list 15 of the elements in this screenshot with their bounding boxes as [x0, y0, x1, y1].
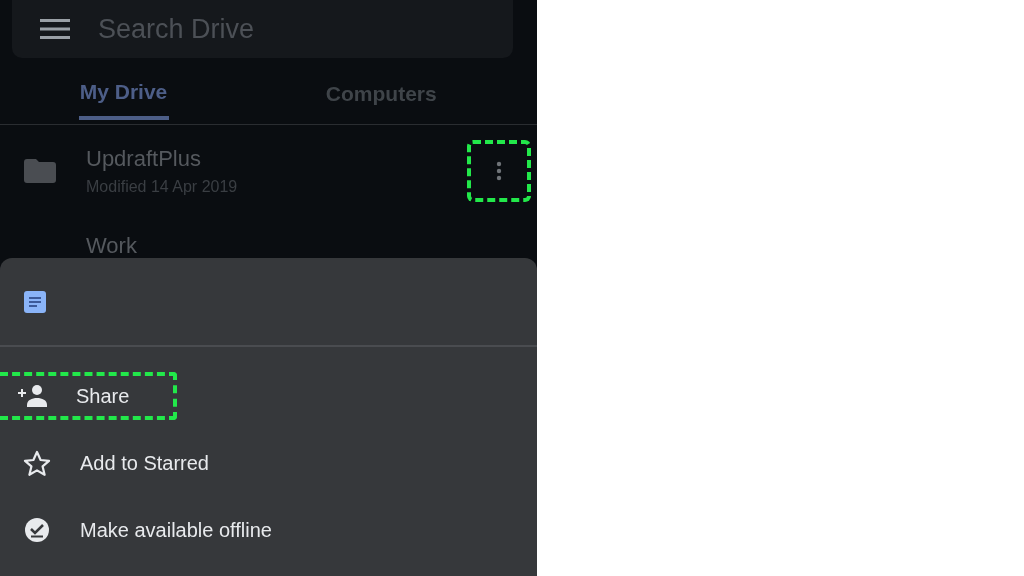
folder-icon — [24, 159, 56, 183]
file-name: Work — [86, 233, 138, 259]
more-icon — [496, 161, 502, 181]
search-bar[interactable]: Search Drive — [12, 0, 513, 58]
menu-icon[interactable] — [40, 18, 70, 40]
search-field[interactable]: Search Drive — [98, 13, 485, 45]
document-icon — [24, 290, 46, 313]
add-person-icon — [18, 383, 48, 409]
check-circle-icon — [22, 517, 52, 543]
star-icon — [22, 450, 52, 476]
menu-item[interactable]: Share — [0, 372, 177, 420]
menu-item[interactable]: Add to Starred — [0, 439, 227, 487]
more-button[interactable] — [467, 140, 531, 202]
menu-item[interactable]: Make available offline — [0, 506, 290, 554]
file-name: UpdraftPlus — [86, 146, 202, 172]
